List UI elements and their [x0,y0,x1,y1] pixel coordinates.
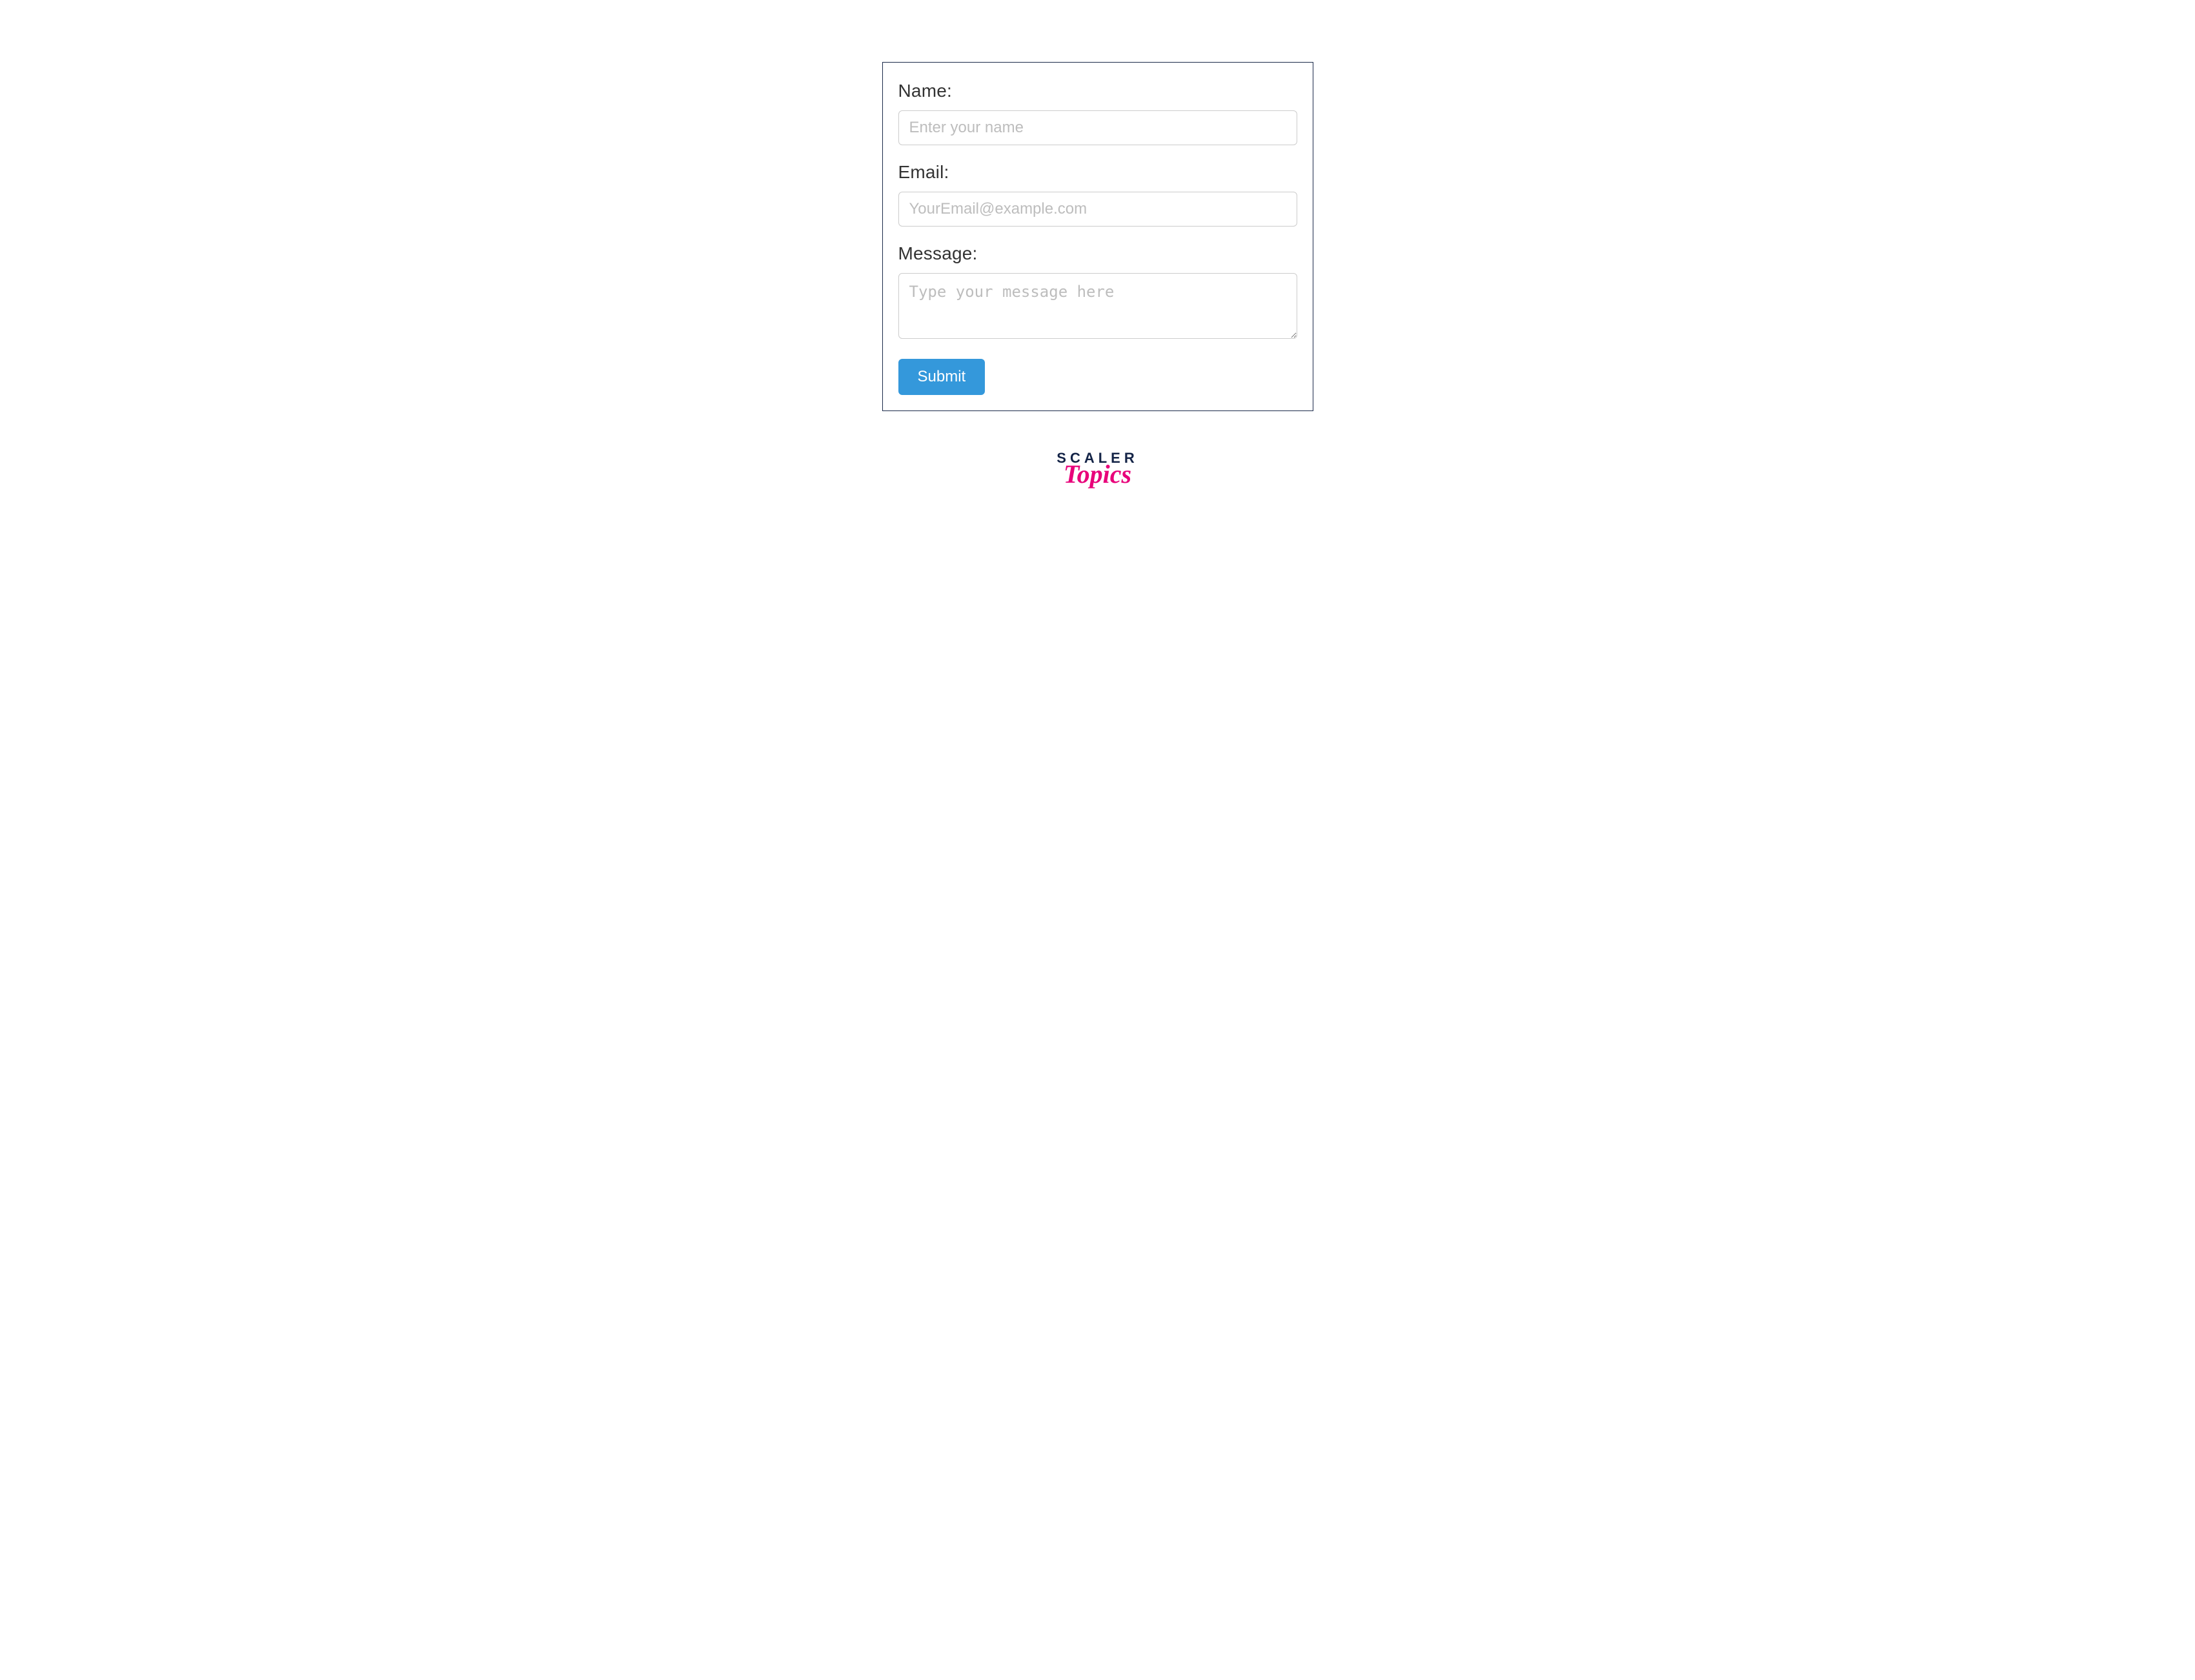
contact-form: Name: Email: Message: Submit [882,62,1313,411]
brand-text-topics: Topics [1033,461,1162,487]
page: Name: Email: Message: Submit SCALER Topi… [698,0,1498,526]
name-label: Name: [898,81,1297,101]
form-group-message: Message: [898,243,1297,342]
form-group-name: Name: [898,81,1297,145]
name-input[interactable] [898,110,1297,145]
email-label: Email: [898,162,1297,183]
brand-logo: SCALER Topics [1033,450,1162,487]
message-label: Message: [898,243,1297,264]
submit-button[interactable]: Submit [898,359,986,395]
message-textarea[interactable] [898,273,1297,339]
form-group-email: Email: [898,162,1297,227]
email-input[interactable] [898,192,1297,227]
